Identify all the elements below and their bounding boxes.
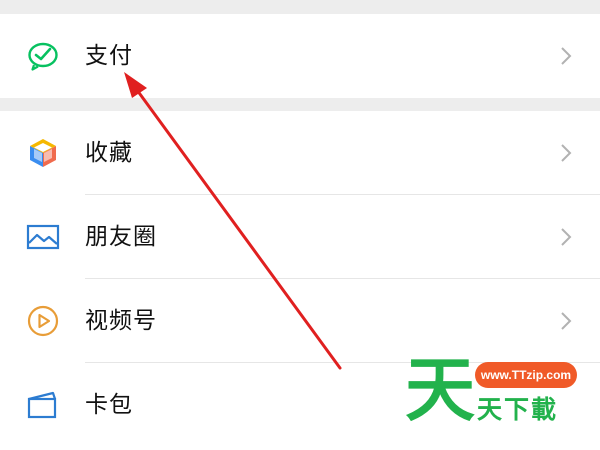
- menu-item-label: 朋友圈: [85, 224, 157, 250]
- watermark-logo: 天 www.TTzip.com 天下載: [405, 355, 600, 450]
- wechat-pay-icon: [25, 38, 61, 74]
- moments-image-icon: [25, 219, 61, 255]
- menu-item-favorites[interactable]: 收藏: [0, 111, 600, 195]
- menu-item-channels[interactable]: 视频号: [0, 279, 600, 363]
- menu-item-label: 收藏: [85, 140, 133, 166]
- chevron-right-icon: [558, 226, 574, 248]
- channels-play-icon: [25, 303, 61, 339]
- favorites-cube-icon: [25, 135, 61, 171]
- menu-item-label: 视频号: [85, 308, 157, 334]
- watermark-url: www.TTzip.com: [475, 362, 577, 388]
- menu-item-pay[interactable]: 支付: [0, 14, 600, 98]
- menu-item-label: 支付: [85, 43, 133, 69]
- watermark-text: 天下載: [477, 395, 559, 424]
- pay-section: 支付: [0, 14, 600, 98]
- chevron-right-icon: [558, 310, 574, 332]
- watermark-big-char: 天: [405, 349, 475, 431]
- card-wallet-icon: [25, 387, 61, 423]
- top-gap: [0, 0, 600, 14]
- menu-item-label: 卡包: [85, 392, 133, 418]
- menu-item-moments[interactable]: 朋友圈: [0, 195, 600, 279]
- chevron-right-icon: [558, 142, 574, 164]
- chevron-right-icon: [558, 45, 574, 67]
